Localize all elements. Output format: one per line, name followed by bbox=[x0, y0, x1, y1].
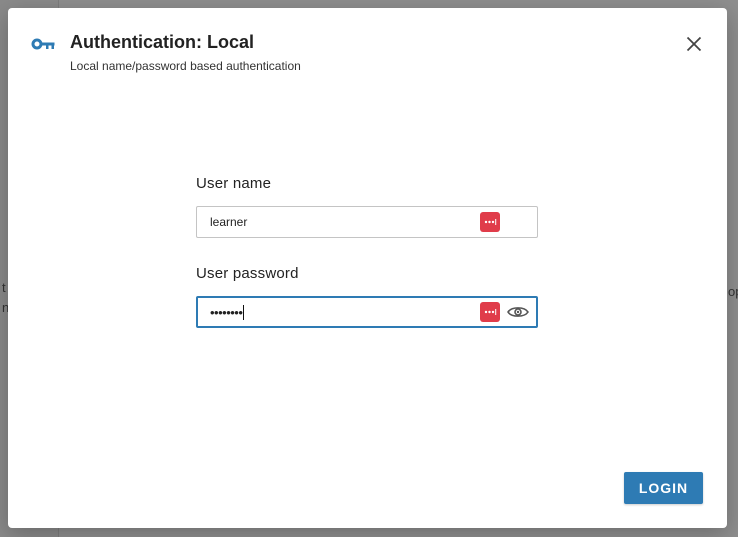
authentication-dialog: Authentication: Local Local name/passwor… bbox=[8, 8, 727, 528]
eye-icon bbox=[507, 307, 529, 317]
text-caret bbox=[243, 304, 245, 320]
username-input[interactable]: learner bbox=[196, 206, 538, 238]
close-button[interactable] bbox=[680, 30, 708, 58]
key-icon bbox=[31, 38, 57, 52]
password-input[interactable]: •••••••• bbox=[196, 296, 538, 328]
background-text-fragment-right: op bbox=[728, 284, 738, 299]
password-manager-icon[interactable] bbox=[480, 212, 500, 232]
password-masked-text: •••••••• bbox=[210, 304, 243, 320]
show-password-button[interactable] bbox=[507, 302, 529, 322]
background-text-line-1: t bbox=[2, 280, 6, 295]
username-value: learner bbox=[210, 215, 248, 229]
password-manager-icon[interactable] bbox=[480, 302, 500, 322]
password-value: •••••••• bbox=[210, 298, 245, 326]
close-icon bbox=[686, 36, 702, 52]
username-label: User name bbox=[196, 175, 272, 192]
dialog-title: Authentication: Local bbox=[70, 32, 254, 52]
dialog-subtitle: Local name/password based authentication bbox=[70, 59, 301, 73]
password-label: User password bbox=[196, 265, 299, 282]
login-button[interactable]: LOGIN bbox=[624, 472, 703, 504]
